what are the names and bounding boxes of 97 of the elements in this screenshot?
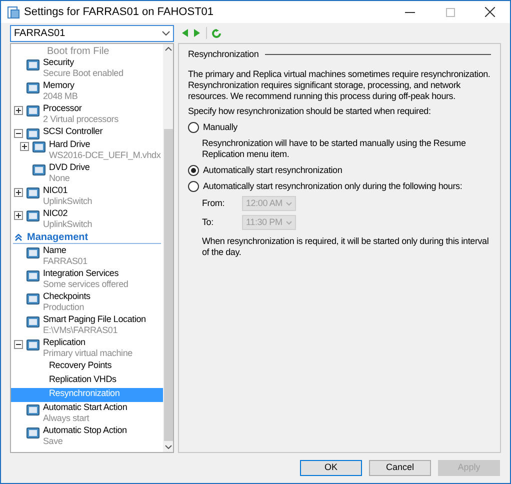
item-detail: Primary virtual machine (43, 348, 132, 359)
item-name: NIC02 (43, 208, 69, 219)
tree-item[interactable]: Recovery Points (11, 360, 163, 374)
item-detail: Secure Boot enabled (43, 68, 124, 79)
device-icon (26, 104, 40, 118)
item-name: Recovery Points (49, 360, 112, 371)
settings-icon (7, 6, 20, 18)
option-note: Resynchronization will have to be started manually using the Resume Replication menu item. (202, 138, 467, 160)
item-name: DVD Drive (49, 162, 90, 173)
item-detail: None (49, 173, 71, 184)
item-detail: Some services offered (43, 279, 128, 290)
item-name: SCSI Controller (43, 126, 103, 137)
forward-arrow-icon[interactable] (194, 29, 200, 37)
device-icon (26, 338, 40, 352)
item-detail: FARRAS01 (43, 256, 88, 267)
tree-item[interactable]: Security Secure Boot enabled (11, 57, 163, 80)
item-name: Replication VHDs (49, 374, 116, 385)
tree-item[interactable]: Name FARRAS01 (11, 245, 163, 268)
tree-item[interactable]: NIC02 UplinkSwitch (11, 208, 163, 231)
item-detail: 2 Virtual processors (43, 114, 118, 125)
item-detail: UplinkSwitch (43, 196, 92, 207)
device-icon (26, 269, 40, 283)
item-name: Automatic Stop Action (43, 425, 127, 436)
item-name: Automatic Start Action (43, 402, 128, 413)
device-icon (26, 127, 40, 141)
intro-text: The primary and Replica virtual machines sometimes require resynchronization. Resynchronization requires significant storage, processing, and network resources. We recommend running this process during off-peak hours. (188, 69, 491, 102)
radio-button[interactable] (188, 165, 199, 176)
tree-item[interactable]: Memory 2048 MB (11, 80, 163, 103)
tree-item[interactable]: DVD Drive None (11, 162, 163, 185)
item-detail: E:\VMs\FARRAS01 (43, 325, 119, 336)
item-detail: 2048 MB (43, 91, 78, 102)
item-name: Hard Drive (49, 139, 92, 150)
dialog-button[interactable]: OK (300, 460, 362, 476)
collapse-icon[interactable] (14, 129, 23, 138)
device-icon (26, 426, 40, 440)
tree-item[interactable]: Processor 2 Virtual processors (11, 103, 163, 126)
device-icon (26, 209, 40, 223)
time-label: To: (202, 217, 214, 228)
device-icon (32, 163, 46, 177)
expand-icon[interactable] (14, 188, 23, 197)
prompt-text: Specify how resynchronization should be started when required: (188, 106, 432, 117)
dialog-button[interactable]: Cancel (369, 460, 431, 476)
collapse-section-icon[interactable] (15, 234, 22, 240)
item-name: Memory (43, 80, 76, 91)
item-name: Integration Services (43, 268, 120, 279)
tree-item[interactable]: Replication Primary virtual machine (11, 337, 163, 360)
expand-icon[interactable] (14, 211, 23, 220)
item-name: Security (43, 57, 75, 68)
device-icon (26, 58, 40, 72)
device-icon (26, 246, 40, 260)
item-name: Processor (43, 103, 83, 114)
tree-item[interactable]: Hard Drive WS2016-DCE_UEFI_M.vhdx (11, 139, 163, 162)
tree-item[interactable]: Automatic Stop Action Save (11, 425, 163, 448)
refresh-icon[interactable] (212, 28, 221, 38)
item-name: NIC01 (43, 185, 69, 196)
panel-title: Resynchronization (188, 49, 259, 60)
tree-item[interactable]: SCSI Controller (11, 126, 163, 139)
item-detail: Always start (43, 413, 90, 424)
tree-item[interactable]: Automatic Start Action Always start (11, 402, 163, 425)
item-detail: Production (43, 302, 86, 313)
device-icon (32, 140, 46, 154)
window-title: Settings for FARRAS01 on FAHOST01 (24, 4, 214, 20)
item-name: Name (43, 245, 68, 256)
tree-item[interactable]: Integration Services Some services offered (11, 268, 163, 291)
item-name: Replication (43, 337, 86, 348)
expand-icon[interactable] (20, 142, 29, 151)
device-icon (26, 403, 40, 417)
footnote-text: When resynchronization is required, it will be started only during this interval of the day. (202, 236, 490, 258)
device-icon (26, 315, 40, 329)
chevron-down-icon (286, 220, 292, 224)
chevron-down-icon (162, 30, 170, 36)
radio-button[interactable] (188, 181, 199, 192)
vm-dropdown[interactable]: FARRAS01 (10, 24, 174, 42)
device-icon (26, 292, 40, 306)
radio-label: Automatically start resynchronization only during the following hours: (203, 181, 462, 192)
chevron-down-icon (286, 202, 292, 206)
tree-item[interactable]: Replication VHDs (11, 374, 163, 388)
radio-label: Automatically start resynchronization (203, 165, 342, 176)
item-name: Smart Paging File Location (43, 314, 146, 325)
tree-item[interactable]: NIC01 UplinkSwitch (11, 185, 163, 208)
scroll-bar[interactable] (163, 44, 173, 452)
expand-icon[interactable] (14, 106, 23, 115)
item-name: Checkpoints (43, 291, 90, 302)
back-arrow-icon[interactable] (182, 29, 188, 37)
item-detail: UplinkSwitch (43, 219, 92, 230)
time-label: From: (202, 198, 226, 209)
item-detail: WS2016-DCE_UEFI_M.vhdx (49, 150, 161, 161)
section-header: Management (27, 230, 88, 244)
device-icon (26, 186, 40, 200)
radio-label: Manually (203, 122, 238, 133)
device-icon (26, 81, 40, 95)
radio-button[interactable] (188, 122, 199, 133)
item-detail: Save (43, 436, 64, 447)
tree-item[interactable]: Checkpoints Production (11, 291, 163, 314)
collapse-icon[interactable] (14, 340, 23, 349)
tree-item[interactable]: Smart Paging File Location E:\VMs\FARRAS01 (11, 314, 163, 337)
item-name: Resynchronization (49, 388, 120, 399)
